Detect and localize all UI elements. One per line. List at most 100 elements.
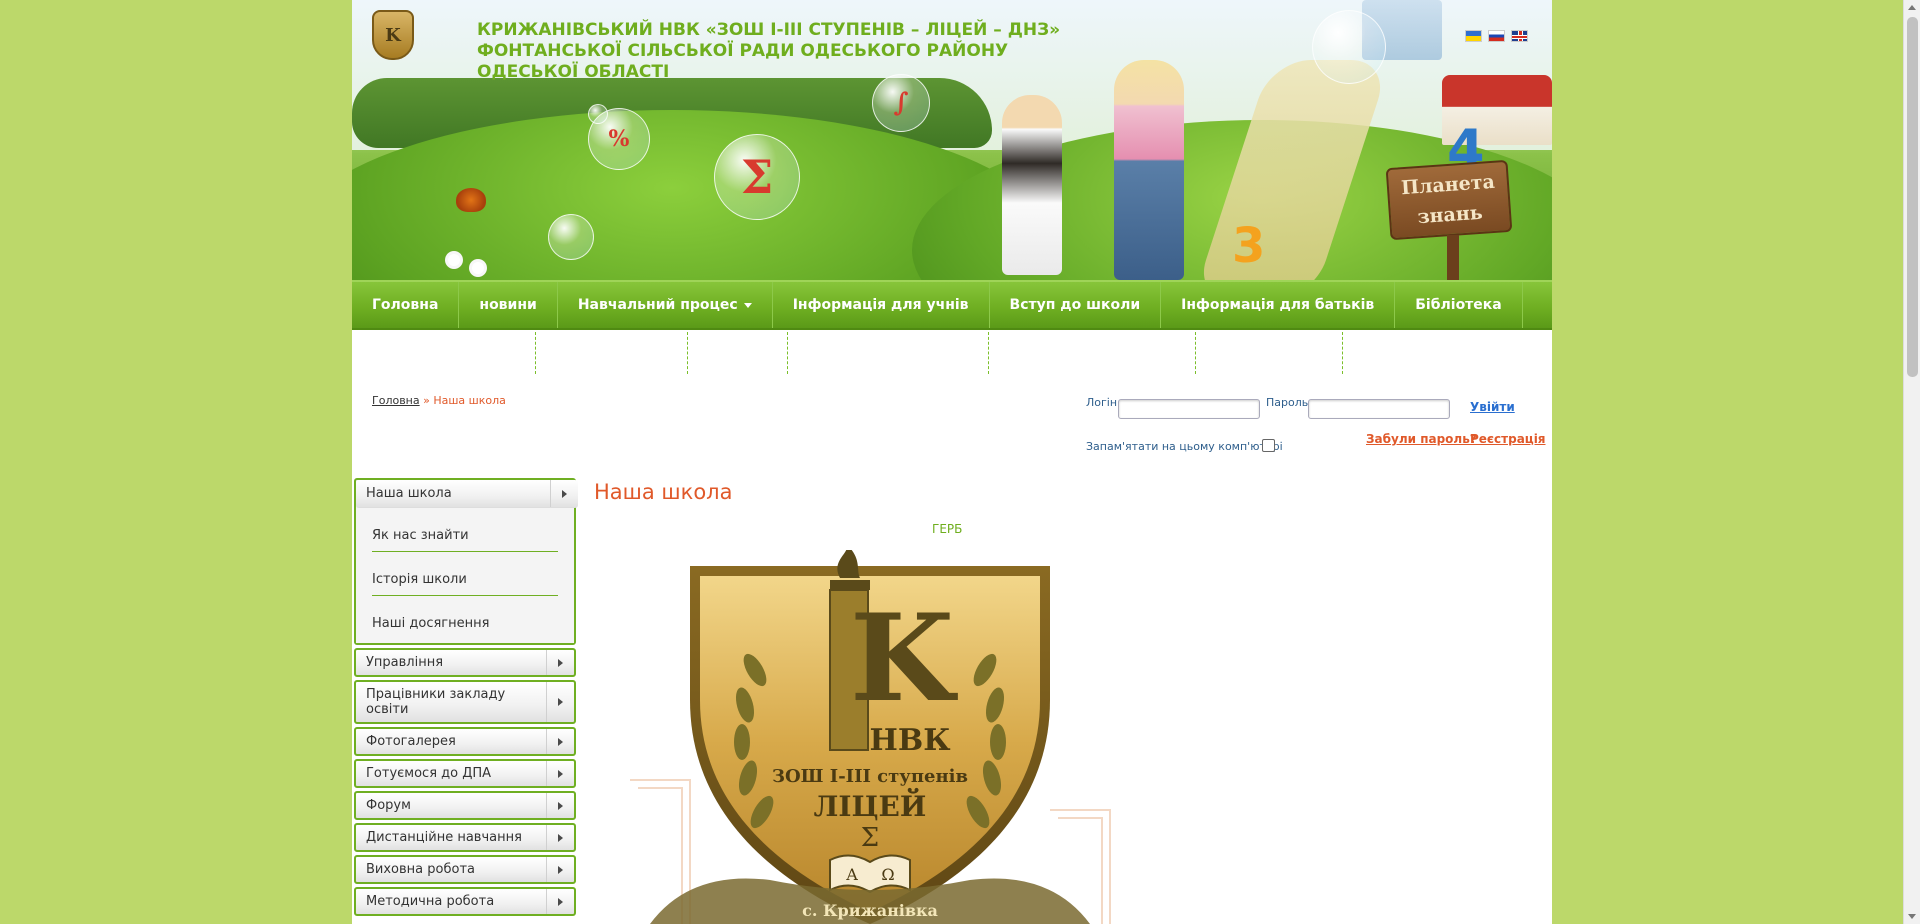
nav-item-home[interactable]: Головна <box>352 282 460 328</box>
bubble-small <box>588 104 608 124</box>
login-label: Логін <box>1086 396 1118 409</box>
chevron-right-icon <box>546 889 574 914</box>
emblem-line-nvk: НВК <box>870 723 951 758</box>
subnav-divider <box>1342 332 1343 374</box>
nav-item-label: Інформація для батьків <box>1181 297 1375 313</box>
emblem-ribbon-text: с. Крижанівка <box>802 901 938 920</box>
scroll-down-icon[interactable] <box>1908 914 1916 919</box>
sidebar-item-label: Наша школа <box>366 486 452 501</box>
sidebar-item-label: Фотогалерея <box>366 734 456 749</box>
remember-me-label: Запам'ятати на цьому комп'ютері <box>1086 440 1283 453</box>
school-logo[interactable]: K <box>372 10 414 60</box>
sidebar-item-our-school[interactable]: Наша школа <box>356 480 578 508</box>
language-switcher <box>1465 30 1528 42</box>
breadcrumb-separator: » <box>423 394 430 407</box>
subnav-divider <box>687 332 688 374</box>
sidebar-item-label: Дистанційне навчання <box>366 830 522 845</box>
planeta-znan-sign: Планета знань <box>1385 159 1513 241</box>
emblem-svg: K НВК ЗОШ І-ІІІ ступенів ЛІЦЕЙ Σ А Ω с. … <box>630 550 1111 924</box>
subnav-divider <box>787 332 788 374</box>
nav-item-admission[interactable]: Вступ до школи <box>990 282 1162 328</box>
school-emblem-image: K НВК ЗОШ І-ІІІ ступенів ЛІЦЕЙ Σ А Ω с. … <box>590 550 1150 924</box>
main-nav: Головна новини Навчальний процес Інформа… <box>352 280 1552 330</box>
flower <box>448 254 460 266</box>
password-input[interactable] <box>1308 399 1450 419</box>
flower <box>472 262 484 274</box>
flag-ukraine-icon[interactable] <box>1465 30 1482 42</box>
flag-uk-icon[interactable] <box>1511 30 1528 42</box>
emblem-line-school: ЗОШ І-ІІІ ступенів <box>772 766 968 787</box>
sidebar-item-dpa-prep[interactable]: Готуємося до ДПА <box>354 759 576 788</box>
page-scrollbar[interactable] <box>1903 0 1920 924</box>
sidebar-item-forum[interactable]: Форум <box>354 791 576 820</box>
chevron-down-icon <box>743 302 752 308</box>
scroll-up-icon[interactable] <box>1908 5 1916 10</box>
emblem-sigma: Σ <box>861 823 879 853</box>
sidebar-item-distance-learning[interactable]: Дистанційне навчання <box>354 823 576 852</box>
nav-item-news[interactable]: новини <box>459 282 558 328</box>
login-input[interactable] <box>1118 399 1260 419</box>
page-title: Наша школа <box>594 480 733 504</box>
sidebar-menu: Наша школа Як нас знайти Історія школи Н… <box>354 478 578 919</box>
remember-me-checkbox[interactable] <box>1262 439 1275 452</box>
butterfly <box>456 188 486 212</box>
emblem-omega: Ω <box>881 865 894 884</box>
sidebar-item-label: Готуємося до ДПА <box>366 766 492 781</box>
emblem-alpha: А <box>846 865 858 884</box>
chevron-right-icon <box>546 793 574 818</box>
sign-post <box>1447 235 1459 280</box>
login-submit-button[interactable]: Увійти <box>1470 400 1515 414</box>
bubble-large <box>1312 10 1386 84</box>
sidebar-submenu: Як нас знайти Історія школи Наші досягне… <box>356 508 574 643</box>
sidebar-item-management[interactable]: Управління <box>354 648 576 677</box>
chevron-right-icon <box>546 682 574 722</box>
sidebar-item-label: Форум <box>366 798 411 813</box>
chevron-right-icon <box>546 650 574 675</box>
banner-boy <box>1002 95 1062 275</box>
sidebar-subitem-achievements[interactable]: Наші досягнення <box>372 606 558 635</box>
subnav-divider <box>988 332 989 374</box>
login-form: Логін Пароль Увійти Запам'ятати на цьому… <box>1086 396 1546 462</box>
school-title: КРИЖАНІВСЬКИЙ НВК «ЗОШ І-ІІІ СТУПЕНІВ – … <box>477 20 1061 82</box>
emblem-letter: K <box>850 588 958 729</box>
nav-item-label: Бібліотека <box>1415 297 1502 313</box>
register-link[interactable]: Реєстрація <box>1470 432 1546 446</box>
sidebar-item-label: Управління <box>366 655 444 670</box>
sidebar-item-upbringing[interactable]: Виховна робота <box>354 855 576 884</box>
password-label: Пароль <box>1266 396 1309 409</box>
banner-girl <box>1114 60 1184 280</box>
nav-item-student-info[interactable]: Інформація для учнів <box>773 282 990 328</box>
sidebar-item-label: Виховна робота <box>366 862 475 877</box>
sidebar-item-methodical-work[interactable]: Методична робота <box>354 887 576 916</box>
sidebar-subitem-how-to-find[interactable]: Як нас знайти <box>372 518 558 552</box>
sidebar-item-photogallery[interactable]: Фотогалерея <box>354 727 576 756</box>
subnav-divider <box>1195 332 1196 374</box>
forgot-password-link[interactable]: Забули пароль? <box>1366 432 1477 446</box>
number-three: 3 <box>1232 218 1266 274</box>
breadcrumb: Головна » Наша школа <box>372 394 506 407</box>
header-banner: % Σ ∫ 4 3 Планета знань K КРИЖАНІВСЬКИЙ … <box>352 0 1552 280</box>
breadcrumb-home-link[interactable]: Головна <box>372 394 420 407</box>
emblem-caption: ГЕРБ <box>932 522 963 536</box>
emblem-line-lyceum: ЛІЦЕЙ <box>814 788 927 823</box>
sidebar-subitem-history[interactable]: Історія школи <box>372 562 558 596</box>
nav-item-label: Інформація для учнів <box>792 297 969 313</box>
nav-item-library[interactable]: Бібліотека <box>1395 282 1523 328</box>
scroll-thumb[interactable] <box>1907 17 1918 377</box>
nav-item-label: новини <box>479 297 537 313</box>
breadcrumb-current: Наша школа <box>433 394 506 407</box>
sidebar-item-label: Працівники закладу освіти <box>366 687 506 717</box>
logo-letter: K <box>385 24 401 46</box>
flag-russia-icon[interactable] <box>1488 30 1505 42</box>
sidebar-open-group: Наша школа Як нас знайти Історія школи Н… <box>354 478 578 645</box>
emblem-book-icon <box>829 854 911 894</box>
nav-item-educational-process[interactable]: Навчальний процес <box>558 282 773 328</box>
sidebar-item-label: Методична робота <box>366 894 495 909</box>
subnav-divider <box>535 332 536 374</box>
sidebar-item-staff[interactable]: Працівники закладу освіти <box>354 680 576 724</box>
chevron-right-icon <box>546 729 574 754</box>
nav-item-parent-info[interactable]: Інформація для батьків <box>1161 282 1396 328</box>
chevron-right-icon <box>550 480 578 507</box>
chevron-right-icon <box>546 857 574 882</box>
nav-item-label: Вступ до школи <box>1009 297 1141 313</box>
